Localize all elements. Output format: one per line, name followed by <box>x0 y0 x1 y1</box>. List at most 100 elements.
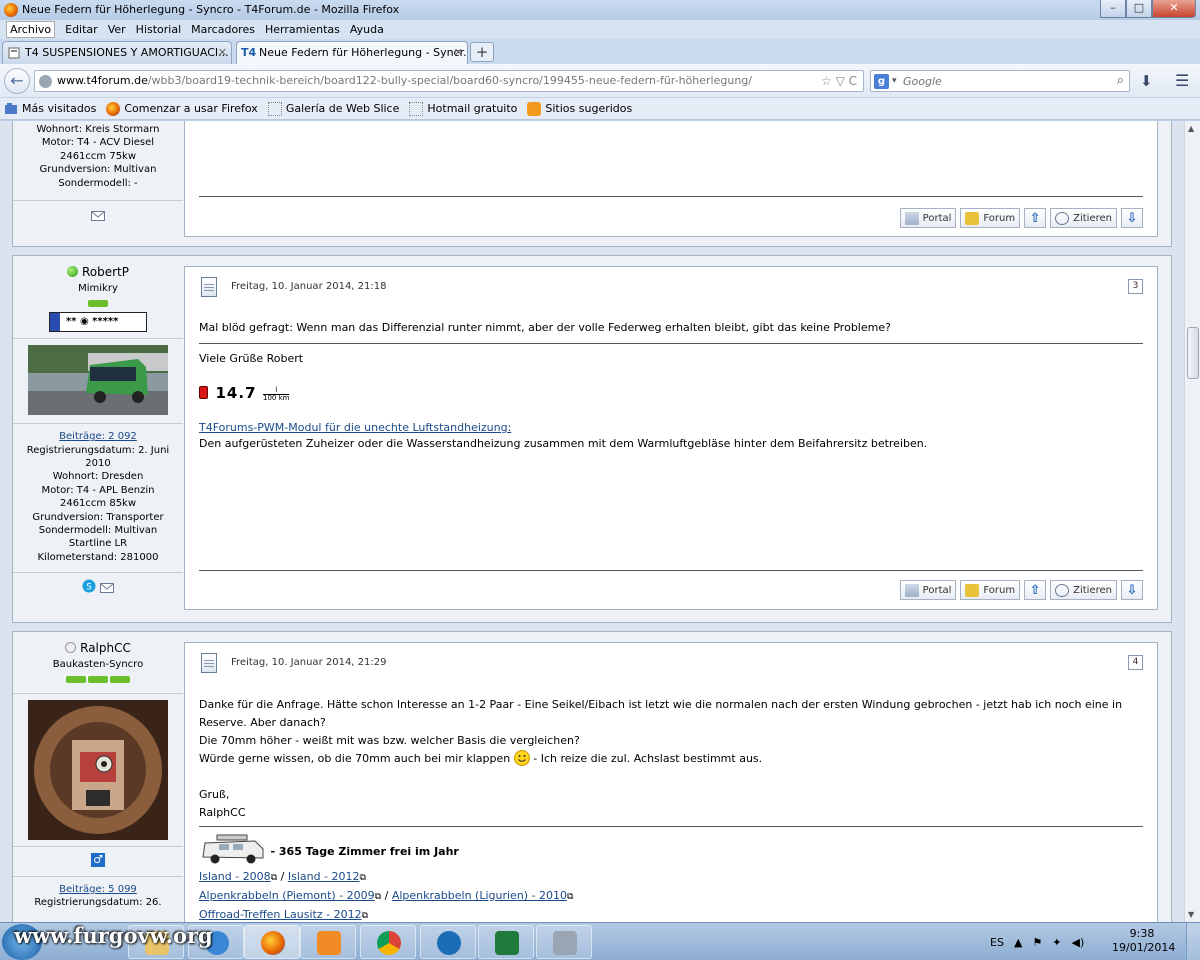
forum-button[interactable]: Forum <box>960 208 1021 228</box>
scroll-down-arrow-icon[interactable]: ▼ <box>1188 910 1194 919</box>
tray-chevron-icon[interactable]: ▲ <box>1014 936 1022 949</box>
user-name-row[interactable]: RobertP <box>13 265 183 280</box>
menu-herramientas[interactable]: Herramientas <box>265 20 340 39</box>
minimize-button[interactable]: – <box>1100 0 1126 18</box>
forum-button[interactable]: Forum <box>960 580 1021 600</box>
rank-van-icon <box>13 298 183 311</box>
window-title: Neue Federn für Höherlegung - Syncro - T… <box>22 3 400 16</box>
user-info: RalphCC Baukasten-Syncro ♂ Beiträge: 5 0… <box>13 641 183 909</box>
message-header: Freitag, 10. Januar 2014, 21:18 3 <box>199 277 1143 301</box>
search-icon[interactable]: ⌕ <box>1117 71 1124 91</box>
menu-icon[interactable]: ☰ <box>1175 71 1189 90</box>
scrollbar-thumb[interactable] <box>1187 327 1199 379</box>
tab-neue-federn[interactable]: T4 Neue Federn für Höherlegung - Syncr..… <box>236 41 468 64</box>
username[interactable]: RalphCC <box>80 641 131 655</box>
external-link-icon: ⧉ <box>567 892 574 902</box>
user-registration: Registrierungsdatum: 2. Juni <box>26 444 170 456</box>
search-input[interactable] <box>903 72 1103 90</box>
scroll-up-button[interactable]: ⇧ <box>1024 208 1047 228</box>
bookmark-comenzar[interactable]: Comenzar a usar Firefox <box>106 101 258 116</box>
bookmark-web-slice[interactable]: Galería de Web Slice <box>267 101 399 116</box>
bookmark-hotmail[interactable]: Hotmail gratuito <box>409 101 517 116</box>
back-button[interactable]: ← <box>4 68 30 94</box>
user-registration: Registrierungsdatum: 26. <box>34 897 162 909</box>
message-box: Freitag, 10. Januar 2014, 21:29 4 Danke … <box>184 642 1158 922</box>
skype-icon[interactable]: S <box>82 579 96 593</box>
page-scrollbar[interactable]: ▲ ▼ <box>1184 121 1200 922</box>
taskbar-media-player[interactable] <box>300 925 356 959</box>
volume-icon[interactable]: ◀) <box>1072 936 1085 949</box>
search-engine-dropdown-icon[interactable]: ▾ <box>892 71 897 91</box>
network-icon[interactable]: ✦ <box>1052 936 1061 949</box>
post-number[interactable]: 4 <box>1128 655 1143 670</box>
language-indicator[interactable]: ES <box>990 936 1004 949</box>
quote-icon <box>1055 211 1070 225</box>
url-bar[interactable]: www.t4forum.de/wbb3/board19-technik-bere… <box>34 70 864 92</box>
message-box: Portal Forum ⇧ Zitieren ⇩ <box>184 121 1158 237</box>
download-icon[interactable]: ⬇ <box>1140 72 1153 90</box>
taskbar-excel[interactable] <box>478 925 534 959</box>
scroll-up-arrow-icon[interactable]: ▲ <box>1188 124 1194 133</box>
url-bar-icons[interactable]: ☆ ▽ C <box>821 71 857 91</box>
menu-historial[interactable]: Historial <box>136 20 181 39</box>
page-icon <box>8 47 20 59</box>
bookmark-mas-visitados[interactable]: Más visitados <box>4 102 96 116</box>
bookmarks-folder-icon <box>5 102 17 114</box>
firefox-icon <box>106 101 121 116</box>
trip-link[interactable]: Island - 2008 <box>199 870 271 883</box>
online-status-icon <box>66 266 78 277</box>
portal-button[interactable]: Portal <box>899 580 957 600</box>
scroll-down-button[interactable]: ⇩ <box>1121 580 1143 600</box>
flag-icon[interactable]: ⚑ <box>1032 936 1042 949</box>
menu-archivo[interactable]: Archivo <box>6 21 56 38</box>
quote-button[interactable]: Zitieren <box>1050 580 1117 600</box>
menu-ver[interactable]: Ver <box>108 20 126 39</box>
user-ccm: 2461ccm 85kw <box>59 498 137 510</box>
tab-label: T4 SUSPENSIONES Y AMORTIGUACI... <box>25 46 229 59</box>
email-icon[interactable] <box>91 211 105 222</box>
user-ccm: 2461ccm 75kw <box>59 150 137 162</box>
user-info: RobertP Mimikry ** ◉ ***** Beiträge: 2 0… <box>13 265 183 598</box>
user-wohnort: Wohnort: Kreis Stormarn <box>36 124 160 135</box>
menu-marcadores[interactable]: Marcadores <box>191 20 255 39</box>
taskbar-calculator[interactable] <box>536 925 592 959</box>
user-name-row[interactable]: RalphCC <box>13 641 183 656</box>
scroll-down-button[interactable]: ⇩ <box>1121 208 1143 228</box>
maximize-button[interactable]: □ <box>1126 0 1152 18</box>
tab-suspensiones[interactable]: T4 SUSPENSIONES Y AMORTIGUACI... ✕ <box>2 41 232 64</box>
offline-status-icon <box>65 642 77 653</box>
close-window-button[interactable]: ✕ <box>1152 0 1196 18</box>
close-tab-icon[interactable]: ✕ <box>454 42 463 63</box>
google-icon[interactable]: g <box>874 74 889 89</box>
bookmarks-bar: Más visitados Comenzar a usar Firefox Ga… <box>0 98 1200 120</box>
trip-link[interactable]: Island - 2012 <box>288 870 360 883</box>
menu-ayuda[interactable]: Ayuda <box>350 20 384 39</box>
eye-icon <box>437 931 461 955</box>
bookmark-sitios-sugeridos[interactable]: Sitios sugeridos <box>527 101 632 116</box>
user-posts-link[interactable]: Beiträge: 2 092 <box>13 430 183 443</box>
smiley-icon <box>513 750 530 766</box>
quote-button[interactable]: Zitieren <box>1050 208 1117 228</box>
taskbar-app-eye[interactable] <box>420 925 476 959</box>
external-link-icon: ⧉ <box>361 911 369 921</box>
clock[interactable]: 9:38 19/01/2014 <box>1112 927 1175 955</box>
menu-editar[interactable]: Editar <box>65 20 98 39</box>
user-rank: Baukasten-Syncro <box>52 659 144 671</box>
scroll-up-button[interactable]: ⇧ <box>1024 580 1047 600</box>
trip-link[interactable]: Offroad-Treffen Lausitz - 2012 <box>199 908 362 921</box>
taskbar-firefox[interactable] <box>244 925 300 959</box>
search-bar[interactable]: g ▾ ⌕ <box>870 70 1130 92</box>
suggested-sites-icon <box>527 101 542 116</box>
portal-button[interactable]: Portal <box>899 208 957 228</box>
post-number[interactable]: 3 <box>1128 279 1143 294</box>
show-desktop-button[interactable] <box>1186 923 1200 960</box>
trip-link[interactable]: Alpenkrabbeln (Ligurien) - 2010 <box>392 889 567 902</box>
forum-post: Wohnort: Kreis Stormarn Motor: T4 - ACV … <box>12 121 1172 247</box>
close-tab-icon[interactable]: ✕ <box>218 42 227 63</box>
user-posts-link[interactable]: Beiträge: 5 099 <box>13 883 183 896</box>
taskbar-chrome[interactable] <box>360 925 416 959</box>
trip-link[interactable]: Alpenkrabbeln (Piemont) - 2009 <box>199 889 375 902</box>
username[interactable]: RobertP <box>82 265 129 279</box>
new-tab-button[interactable]: + <box>470 42 494 62</box>
email-icon[interactable] <box>99 583 114 594</box>
